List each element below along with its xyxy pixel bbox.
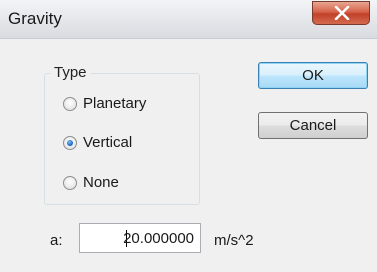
close-button[interactable] [312,1,370,25]
acceleration-value: 20.000000 [123,230,194,247]
radio-planetary-label: Planetary [83,95,147,112]
radio-vertical-label: Vertical [83,134,133,151]
cancel-button[interactable]: Cancel [258,112,368,139]
acceleration-unit: m/s^2 [214,232,254,249]
radio-none-indicator[interactable] [63,176,77,190]
radio-vertical-indicator[interactable] [63,136,77,150]
close-icon [334,6,350,20]
window-title: Gravity [8,9,62,28]
title-bar[interactable]: Gravity [0,0,377,39]
acceleration-input[interactable]: 20.000000 [79,223,201,253]
ok-button[interactable]: OK [258,62,368,89]
type-group-title: Type [50,64,91,81]
gravity-dialog: Gravity Type Planetary Vertical None OK … [0,0,377,272]
radio-planetary-indicator[interactable] [63,97,77,111]
radio-none-label: None [83,174,119,191]
acceleration-label: a: [50,232,63,249]
